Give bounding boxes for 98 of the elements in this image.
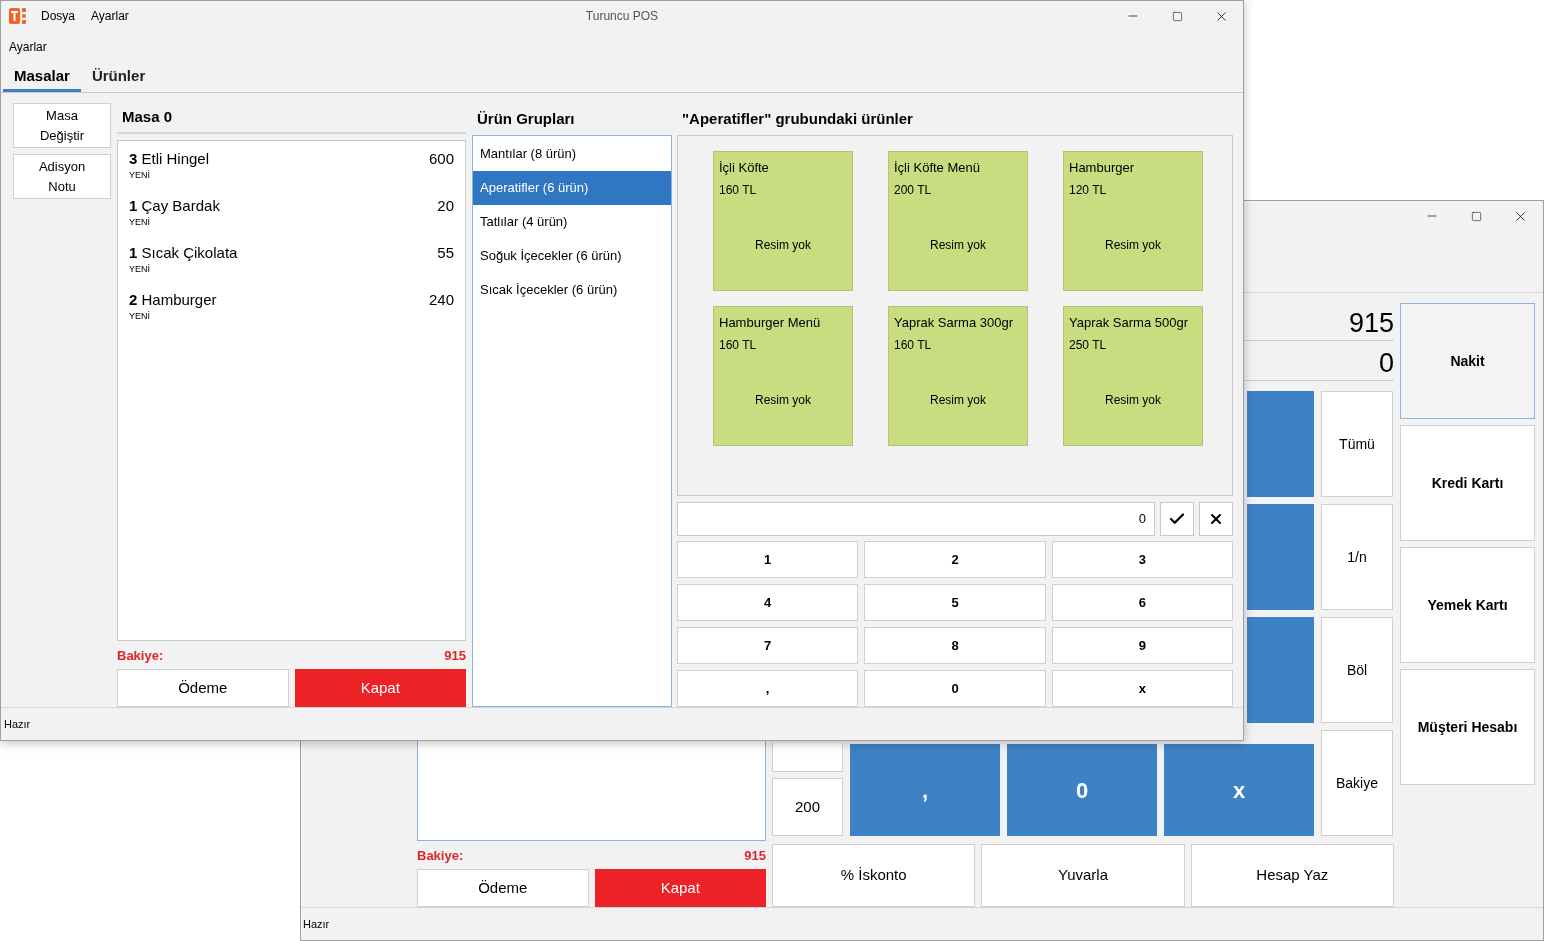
total-amount: 915 — [1348, 310, 1394, 340]
split-button[interactable]: 1/n — [1321, 504, 1393, 610]
product-price: 160 TL — [719, 337, 758, 354]
product-name: İçli Köfte — [719, 159, 770, 177]
status-text: Hazır — [303, 916, 330, 932]
keypad-key[interactable]: x — [1164, 744, 1314, 836]
keypad-key[interactable]: 8 — [864, 627, 1046, 664]
order-item-price: 240 — [428, 290, 454, 310]
side-button[interactable]: Adisyon Notu — [13, 154, 111, 199]
quantity-field[interactable]: 0 — [677, 502, 1155, 536]
keypad-key[interactable]: x — [1051, 670, 1233, 707]
order-item-name: 2 Hamburger — [129, 290, 217, 310]
product-tile[interactable]: Yaprak Sarma 300gr 160 TL Resim yok — [888, 306, 1028, 446]
product-image-placeholder: Resim yok — [930, 237, 986, 254]
balance-value: 915 — [444, 646, 466, 665]
order-item-status: YENİ — [129, 263, 150, 275]
maximize-icon[interactable] — [1171, 10, 1183, 22]
keypad-key[interactable]: 0 — [1007, 744, 1157, 836]
keypad-key[interactable]: 7 — [677, 627, 859, 664]
product-name: Hamburger — [1069, 159, 1136, 177]
table-title: Masa 0 — [122, 107, 173, 128]
product-name: Yaprak Sarma 500gr — [1069, 314, 1189, 332]
action-button[interactable]: Hesap Yaz — [1190, 844, 1394, 907]
quick-amount-button[interactable]: 200 — [772, 778, 843, 836]
payment-method-button[interactable]: Nakit — [1400, 303, 1535, 419]
order-item-status: YENİ — [129, 169, 150, 181]
menu-item[interactable]: Dosya — [41, 7, 75, 25]
keypad-key[interactable]: 5 — [864, 584, 1046, 621]
product-image-placeholder: Resim yok — [930, 392, 986, 409]
keypad-key[interactable]: 6 — [1051, 584, 1233, 621]
cancel-button[interactable] — [1199, 502, 1233, 536]
entered-amount: 0 — [1378, 350, 1394, 380]
keypad-key[interactable]: 2 — [864, 541, 1046, 578]
product-price: 120 TL — [1069, 182, 1108, 199]
product-name: Yaprak Sarma 300gr — [894, 314, 1014, 332]
product-image-placeholder: Resim yok — [755, 392, 811, 409]
balance-label: Bakiye: — [417, 846, 464, 865]
order-item-status: YENİ — [129, 310, 150, 322]
order-item-name: 1 Sıcak Çikolata — [129, 243, 238, 263]
app-logo-icon — [9, 6, 27, 26]
payment-button[interactable]: Ödeme — [117, 669, 289, 707]
split-button[interactable]: Bakiye — [1321, 730, 1393, 836]
menu-item[interactable]: Ayarlar — [91, 7, 129, 25]
product-price: 160 TL — [719, 182, 758, 199]
status-text: Hazır — [4, 716, 31, 732]
payment-method-button[interactable]: Kredi Kartı — [1400, 425, 1535, 541]
product-name: İçli Köfte Menü — [894, 159, 981, 177]
keypad-key[interactable]: 4 — [677, 584, 859, 621]
group-item[interactable]: Soğuk İçecekler (6 ürün) — [473, 239, 671, 273]
order-item-status: YENİ — [129, 216, 150, 228]
products-title: "Aperatifler" grubundaki ürünler — [682, 108, 913, 129]
keypad-key[interactable]: 3 — [1051, 541, 1233, 578]
order-item-price: 20 — [437, 196, 454, 216]
order-item-price: 600 — [428, 149, 454, 169]
balance-label: Bakiye: — [117, 646, 164, 665]
payment-button[interactable]: Ödeme — [417, 869, 589, 907]
keypad-key[interactable]: 1 — [677, 541, 859, 578]
group-item[interactable]: Aperatifler (6 ürün) — [473, 171, 671, 205]
payment-method-button[interactable]: Müşteri Hesabı — [1400, 669, 1535, 785]
product-tile[interactable]: Hamburger 120 TL Resim yok — [1063, 151, 1203, 291]
close-icon — [1208, 511, 1224, 527]
product-tile[interactable]: İçli Köfte 160 TL Resim yok — [713, 151, 853, 291]
product-image-placeholder: Resim yok — [1105, 392, 1161, 409]
keypad-key[interactable]: , — [677, 670, 859, 707]
group-item[interactable]: Sıcak İçecekler (6 ürün) — [473, 273, 671, 307]
product-price: 250 TL — [1069, 337, 1108, 354]
window-title: Turuncu POS — [585, 8, 659, 25]
toolbar-label[interactable]: Ayarlar — [9, 37, 47, 56]
keypad-key[interactable]: 9 — [1051, 627, 1233, 664]
order-item-name: 1 Çay Bardak — [129, 196, 220, 216]
product-name: Hamburger Menü — [719, 314, 822, 332]
maximize-icon[interactable] — [1470, 210, 1482, 222]
keypad-key[interactable]: , — [850, 744, 1000, 836]
confirm-button[interactable] — [1160, 502, 1194, 536]
action-button[interactable]: % İskonto — [772, 844, 976, 907]
payment-method-button[interactable]: Yemek Kartı — [1400, 547, 1535, 663]
tab[interactable]: Ürünler — [80, 63, 157, 92]
keypad-key[interactable]: 0 — [864, 670, 1046, 707]
product-price: 200 TL — [894, 182, 933, 199]
close-bill-button[interactable]: Kapat — [294, 669, 466, 707]
order-item-name: 3 Etli Hingel — [129, 149, 210, 169]
tab[interactable]: Masalar — [3, 63, 81, 92]
product-price: 160 TL — [894, 337, 933, 354]
balance-value: 915 — [744, 846, 766, 865]
action-button[interactable]: Yuvarla — [981, 844, 1185, 907]
group-item[interactable]: Mantılar (8 ürün) — [473, 137, 671, 171]
split-button[interactable]: Tümü — [1321, 391, 1393, 497]
product-image-placeholder: Resim yok — [755, 237, 811, 254]
groups-title: Ürün Grupları — [477, 108, 575, 129]
order-item-price: 55 — [437, 243, 454, 263]
side-button[interactable]: Masa Değiştir — [13, 103, 111, 148]
close-bill-button[interactable]: Kapat — [594, 869, 766, 907]
product-tile[interactable]: Hamburger Menü 160 TL Resim yok — [713, 306, 853, 446]
group-item[interactable]: Tatlılar (4 ürün) — [473, 205, 671, 239]
product-image-placeholder: Resim yok — [1105, 237, 1161, 254]
product-tile[interactable]: İçli Köfte Menü 200 TL Resim yok — [888, 151, 1028, 291]
split-button[interactable]: Böl — [1321, 617, 1393, 723]
product-tile[interactable]: Yaprak Sarma 500gr 250 TL Resim yok — [1063, 306, 1203, 446]
